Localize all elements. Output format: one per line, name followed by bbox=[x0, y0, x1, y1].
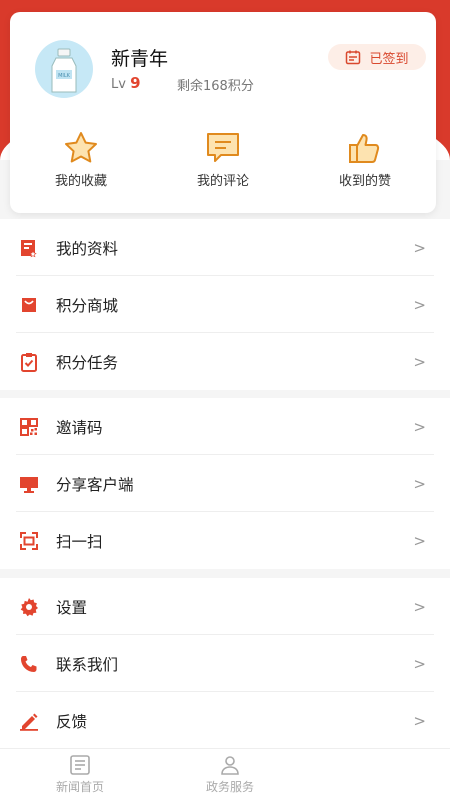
sign-in-label: 已签到 bbox=[369, 51, 409, 67]
menu-item-contact-us[interactable]: 联系我们 > bbox=[0, 635, 450, 692]
sign-in-button[interactable]: 已签到 bbox=[328, 44, 426, 70]
points-balance: 剩余168积分 bbox=[177, 79, 254, 94]
stat-label: 我的评论 bbox=[196, 174, 249, 189]
nav-news-home[interactable]: 新闻首页 bbox=[5, 749, 155, 800]
menu-label: 邀请码 bbox=[56, 418, 103, 437]
nav-government-services[interactable]: 政务服务 bbox=[155, 749, 305, 800]
calendar-icon bbox=[346, 50, 361, 65]
news-icon bbox=[70, 755, 90, 775]
chevron-right-icon: > bbox=[413, 654, 426, 673]
svg-text:MILK: MILK bbox=[58, 73, 71, 79]
stat-comments[interactable]: 我的评论 bbox=[152, 130, 294, 189]
menu-label: 分享客户端 bbox=[56, 475, 134, 494]
menu-label: 积分商城 bbox=[56, 296, 119, 315]
profile-card: MILK 新青年 Lv 9 剩余168积分 已签到 我的收藏 我的评论 收到的赞 bbox=[10, 12, 436, 213]
task-clipboard-icon bbox=[19, 352, 39, 372]
menu-label: 扫一扫 bbox=[56, 532, 103, 551]
stat-label: 收到的赞 bbox=[338, 174, 391, 189]
chevron-right-icon: > bbox=[413, 417, 426, 436]
menu-label: 反馈 bbox=[56, 712, 88, 731]
username: 新青年 bbox=[111, 48, 169, 70]
menu-label: 我的资料 bbox=[56, 239, 119, 258]
menu-item-points-mall[interactable]: 积分商城 > bbox=[0, 276, 450, 333]
menu-label: 积分任务 bbox=[56, 353, 119, 372]
star-icon bbox=[65, 132, 97, 163]
profile-doc-icon bbox=[19, 238, 39, 258]
chevron-right-icon: > bbox=[413, 295, 426, 314]
nav-label: 政务服务 bbox=[205, 780, 254, 794]
menu-item-invite-code[interactable]: 邀请码 > bbox=[0, 398, 450, 455]
menu-group-account: 我的资料 > 积分商城 > 积分任务 > bbox=[0, 219, 450, 390]
chevron-right-icon: > bbox=[413, 597, 426, 616]
phone-icon bbox=[19, 654, 39, 674]
level-prefix: Lv bbox=[111, 77, 126, 92]
monitor-icon bbox=[19, 474, 39, 494]
gear-icon bbox=[19, 597, 39, 617]
user-level: Lv 9 bbox=[111, 74, 141, 92]
menu-item-my-profile[interactable]: 我的资料 > bbox=[0, 219, 450, 276]
thumbs-up-icon bbox=[349, 134, 380, 163]
menu-label: 联系我们 bbox=[56, 655, 119, 674]
avatar-bottle-icon: MILK bbox=[51, 48, 77, 93]
menu-item-share-client[interactable]: 分享客户端 > bbox=[0, 455, 450, 512]
stat-likes[interactable]: 收到的赞 bbox=[294, 130, 436, 189]
qr-code-icon bbox=[19, 417, 39, 437]
menu-item-feedback[interactable]: 反馈 > bbox=[0, 692, 450, 749]
chevron-right-icon: > bbox=[413, 711, 426, 730]
chevron-right-icon: > bbox=[413, 238, 426, 257]
comment-icon bbox=[207, 133, 239, 162]
bottom-nav: 新闻首页 政务服务 bbox=[0, 748, 450, 800]
menu-item-settings[interactable]: 设置 > bbox=[0, 578, 450, 635]
avatar[interactable]: MILK bbox=[35, 40, 93, 98]
chevron-right-icon: > bbox=[413, 352, 426, 371]
menu-group-support: 设置 > 联系我们 > 反馈 > bbox=[0, 578, 450, 749]
edit-pen-icon bbox=[19, 711, 39, 731]
chevron-right-icon: > bbox=[413, 474, 426, 493]
chevron-right-icon: > bbox=[413, 531, 426, 550]
level-value: 9 bbox=[130, 74, 141, 92]
shopping-bag-icon bbox=[19, 295, 39, 315]
nav-label: 新闻首页 bbox=[55, 780, 104, 794]
scan-icon bbox=[19, 531, 39, 551]
menu-label: 设置 bbox=[56, 598, 88, 617]
stat-label: 我的收藏 bbox=[54, 174, 107, 189]
menu-group-share: 邀请码 > 分享客户端 > 扫一扫 > bbox=[0, 398, 450, 569]
stat-favorites[interactable]: 我的收藏 bbox=[10, 130, 152, 189]
service-person-icon bbox=[221, 756, 239, 775]
stats-row: 我的收藏 我的评论 收到的赞 bbox=[10, 130, 436, 189]
menu-item-scan[interactable]: 扫一扫 > bbox=[0, 512, 450, 569]
menu-item-points-tasks[interactable]: 积分任务 > bbox=[0, 333, 450, 390]
